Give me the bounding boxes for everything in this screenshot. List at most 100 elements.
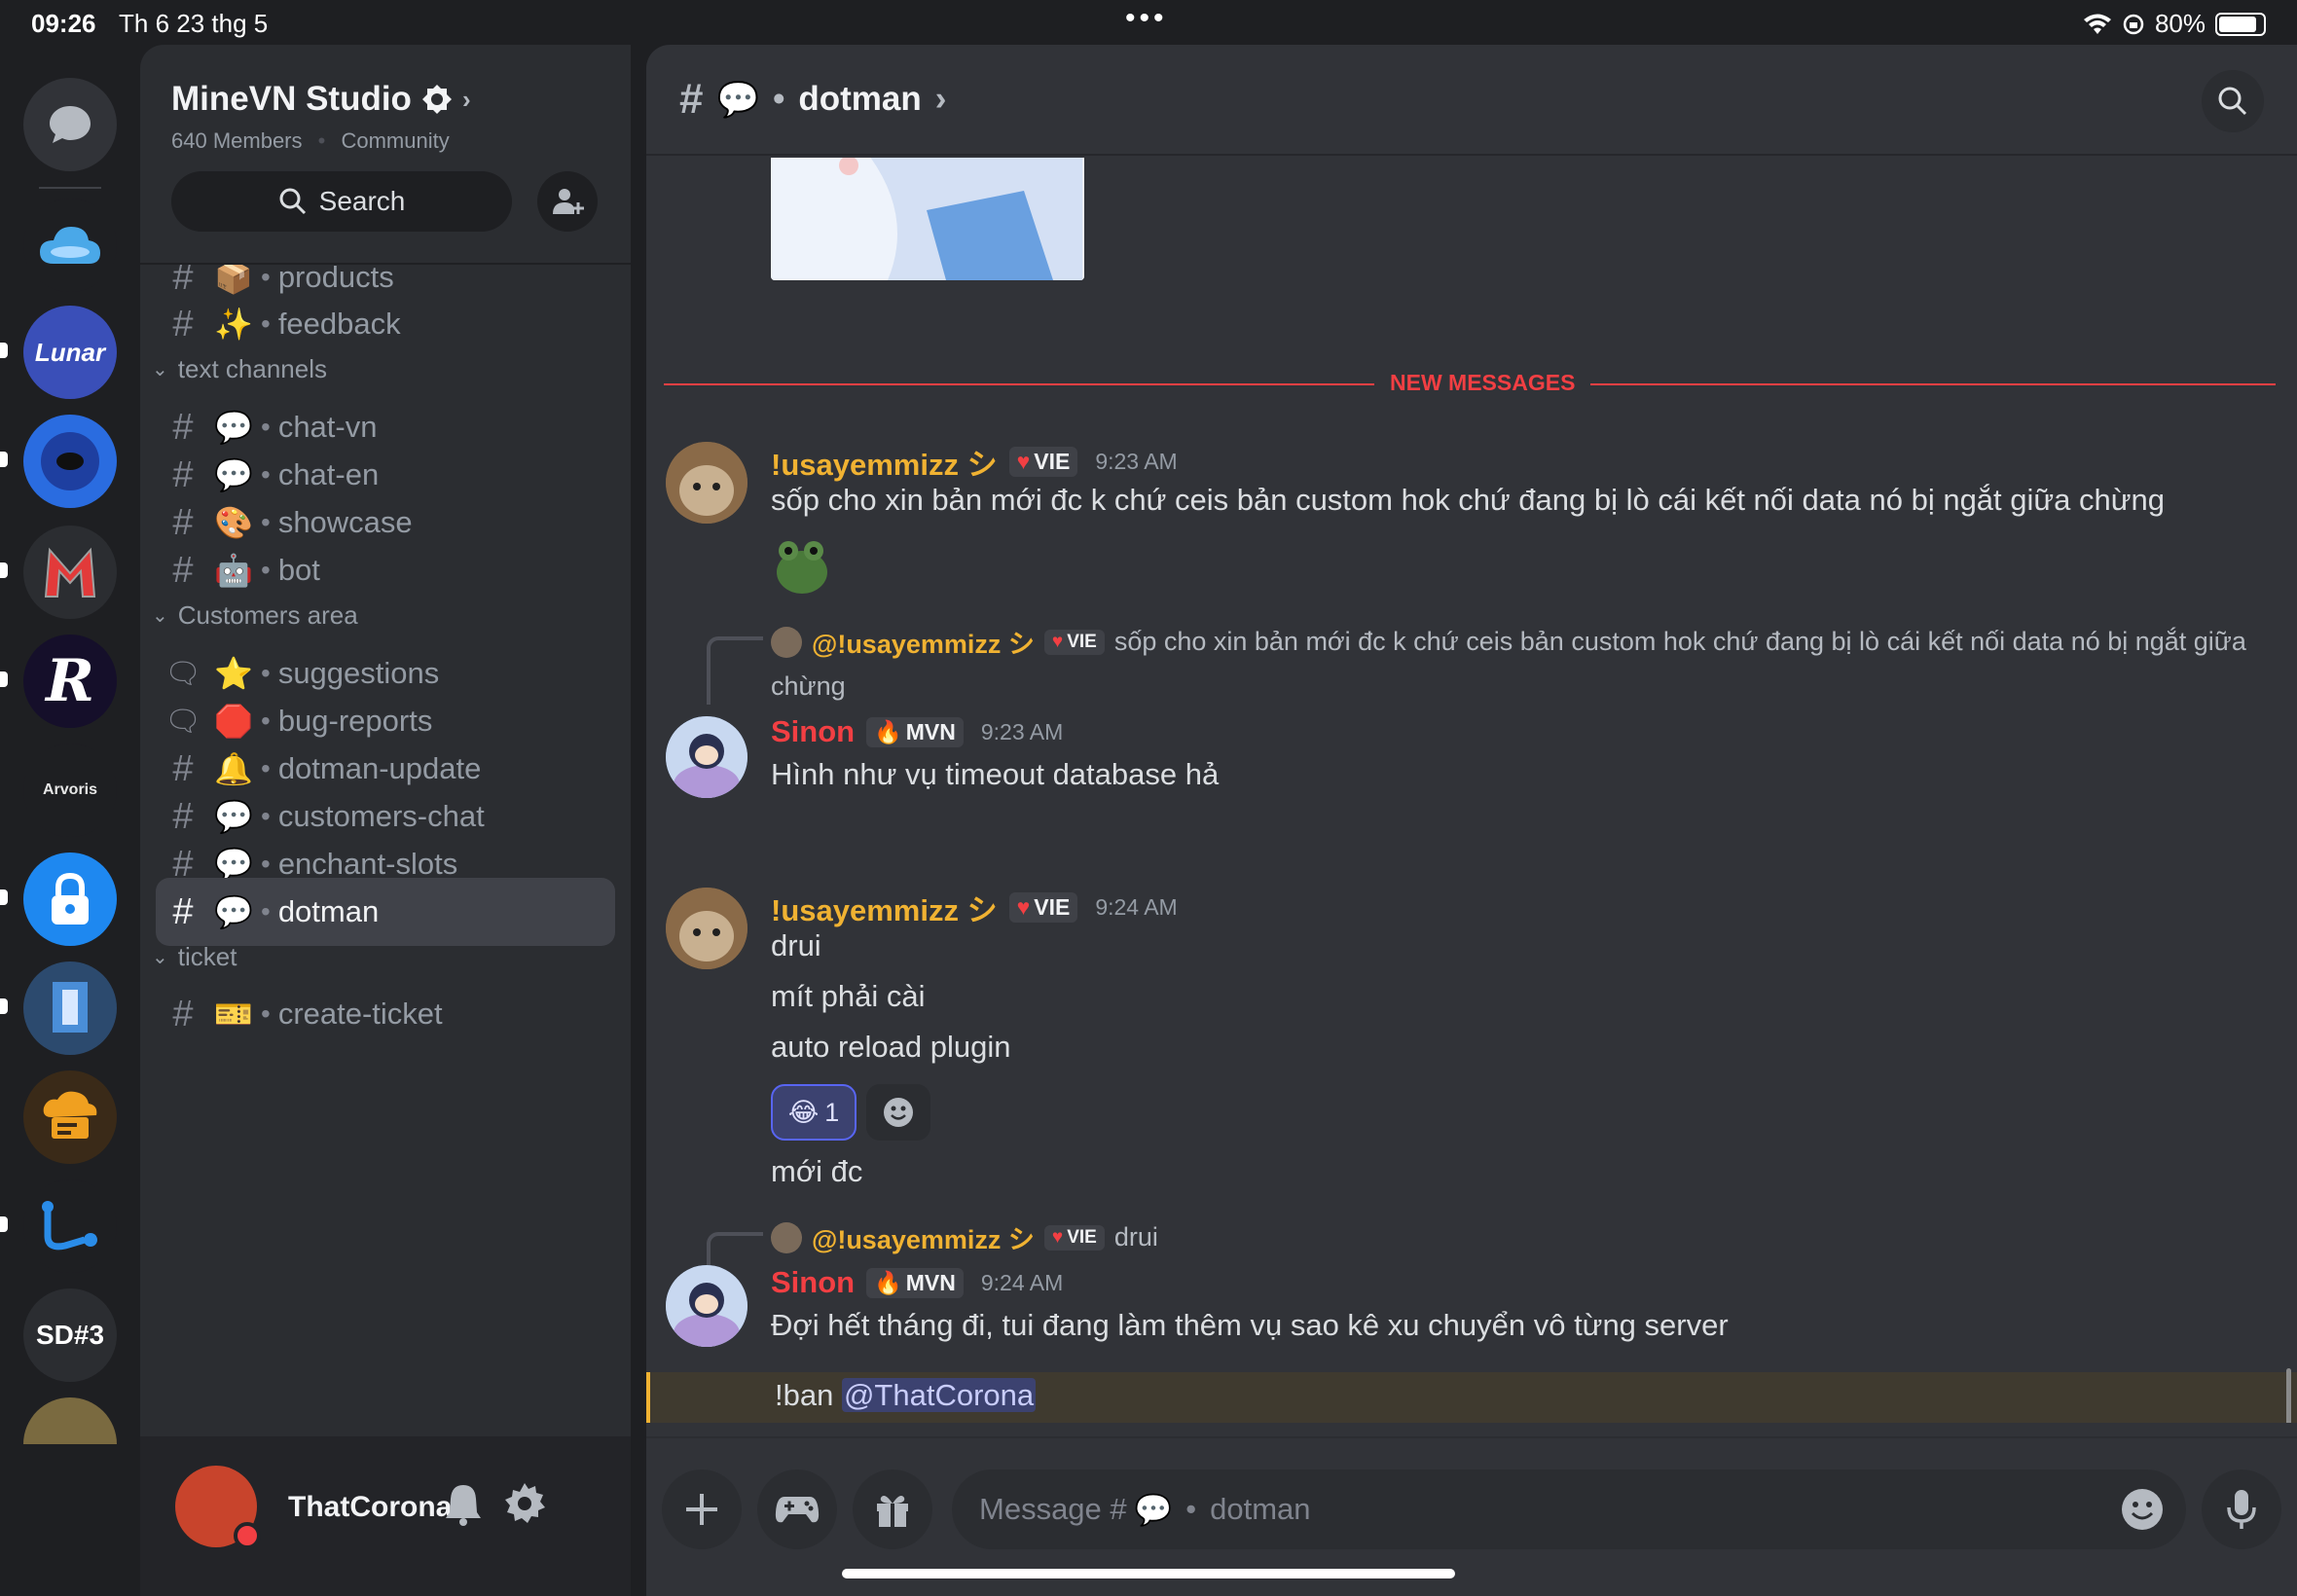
chat-header[interactable]: # 💬 • dotman › xyxy=(646,45,2297,156)
scrollbar[interactable] xyxy=(2286,1368,2291,1423)
server-cloud[interactable] xyxy=(23,199,117,292)
search-label: Search xyxy=(318,186,406,216)
channel-create-ticket[interactable]: # 🎫 • create-ticket xyxy=(156,980,615,1048)
guild-tag[interactable]: ♥ VIE xyxy=(1008,447,1078,477)
channel-name: chat-en xyxy=(277,457,380,491)
message-input[interactable]: Message # 💬 • dotman xyxy=(952,1469,2186,1549)
user-mention[interactable]: @ThatCorona xyxy=(841,1378,1037,1412)
channel-dotman[interactable]: # 💬 • dotman xyxy=(156,878,615,946)
speech-bubble-icon: 💬 xyxy=(1134,1492,1173,1527)
cat-avatar xyxy=(666,888,747,969)
reply-preview[interactable]: @!usayemmizz シ ♥ VIE drui xyxy=(771,1218,1158,1256)
server-name: MineVN Studio xyxy=(171,80,412,118)
channel-name: bug-reports xyxy=(277,704,433,738)
emoji-picker-button[interactable] xyxy=(2120,1487,2165,1540)
reply-connector xyxy=(707,636,763,705)
search-icon xyxy=(2218,87,2247,116)
unread-pill xyxy=(0,998,8,1014)
avatar[interactable] xyxy=(666,442,747,524)
message-header: Sinon 🔥 MVN 9:24 AM xyxy=(771,1265,1063,1300)
server-cloud-box[interactable] xyxy=(23,1070,117,1164)
unread-pill xyxy=(0,343,8,358)
status-date: Th 6 23 thg 5 xyxy=(119,9,269,38)
server-m[interactable] xyxy=(23,526,117,619)
anime-image xyxy=(771,158,1084,280)
server-sd3[interactable]: SD#3 xyxy=(23,1288,117,1382)
add-user-icon xyxy=(553,189,584,214)
author-name[interactable]: Sinon xyxy=(771,1265,855,1300)
category-text-channels[interactable]: ⌄ text channels xyxy=(152,354,327,384)
reaction-count: 1 xyxy=(824,1097,840,1127)
tower-icon xyxy=(53,982,88,1033)
voice-message-button[interactable] xyxy=(2202,1469,2281,1549)
channel-sidebar: MineVN Studio › 640 Members • Community … xyxy=(140,45,631,1596)
channel-feedback[interactable]: # ✨ • feedback xyxy=(156,290,615,358)
server-arvoris[interactable]: Arvoris xyxy=(23,744,117,837)
avatar[interactable] xyxy=(666,888,747,969)
channel-name: customers-chat xyxy=(277,799,485,833)
activities-button[interactable] xyxy=(757,1469,837,1549)
avatar[interactable] xyxy=(666,716,747,798)
server-donut[interactable] xyxy=(23,415,117,508)
avatar[interactable] xyxy=(666,1265,747,1347)
server-git[interactable] xyxy=(23,1179,117,1273)
server-header[interactable]: MineVN Studio › xyxy=(171,80,471,119)
sparkles-icon: ✨ xyxy=(214,307,253,342)
add-attachment-button[interactable] xyxy=(662,1469,742,1549)
server-lock[interactable] xyxy=(23,852,117,946)
notifications-button[interactable] xyxy=(444,1483,483,1531)
author-name[interactable]: !usayemmizz シ xyxy=(771,440,998,484)
channel-name: feedback xyxy=(277,307,401,341)
microphone-icon xyxy=(2227,1490,2256,1529)
multitask-dots-icon[interactable]: ••• xyxy=(1125,2,1168,35)
channel-search-button[interactable] xyxy=(2202,70,2264,132)
flame-icon: 🔥 xyxy=(874,718,902,744)
smiley-icon xyxy=(884,1098,913,1127)
guild-tag[interactable]: 🔥 MVN xyxy=(866,1267,964,1298)
message-list: NEW MESSAGES !usayemmizz シ ♥ VIE 9:23 AM … xyxy=(646,158,2297,1423)
reply-author: @!usayemmizz シ xyxy=(812,1225,1035,1254)
reply-preview[interactable]: @!usayemmizz シ ♥ VIE sốp cho xin bản mới … xyxy=(771,623,2246,661)
unread-pill xyxy=(0,671,8,687)
category-customers-area[interactable]: ⌄ Customers area xyxy=(152,600,358,631)
settings-button[interactable] xyxy=(502,1481,547,1531)
server-tower[interactable] xyxy=(23,961,117,1055)
server-lunar[interactable]: Lunar xyxy=(23,306,117,399)
search-button[interactable]: Search xyxy=(171,171,512,232)
direct-messages-button[interactable] xyxy=(23,78,117,171)
author-name[interactable]: !usayemmizz シ xyxy=(771,886,998,929)
server-r[interactable]: R xyxy=(23,635,117,728)
gift-button[interactable] xyxy=(853,1469,932,1549)
add-reaction-button[interactable] xyxy=(866,1084,930,1141)
channel-bot[interactable]: # 🤖 • bot xyxy=(156,536,615,604)
chat-area: # 💬 • dotman › NEW MESSAGES !usayemmizz … xyxy=(646,45,2297,1596)
channel-name: suggestions xyxy=(277,656,440,690)
guild-tag: ♥ VIE xyxy=(1043,1224,1105,1251)
server-partial[interactable] xyxy=(23,1397,117,1444)
author-name[interactable]: Sinon xyxy=(771,714,855,749)
hash-icon: # xyxy=(172,549,194,591)
guild-tag[interactable]: 🔥 MVN xyxy=(866,716,964,747)
message-header: !usayemmizz シ ♥ VIE 9:24 AM xyxy=(771,886,1178,929)
image-attachment[interactable] xyxy=(771,158,1084,280)
message-text: drui xyxy=(771,928,821,962)
reply-text: sốp cho xin bản mới đc k chứ ceis bản cu… xyxy=(1113,627,2246,656)
locked-hash-icon: # xyxy=(172,890,194,932)
home-indicator[interactable] xyxy=(842,1569,1455,1578)
message-text: !ban @ThatCorona xyxy=(775,1378,1037,1412)
category-ticket[interactable]: ⌄ ticket xyxy=(152,942,237,972)
battery-percent: 80% xyxy=(2154,9,2206,38)
chevron-down-icon: ⌄ xyxy=(152,359,168,381)
message-header: Sinon 🔥 MVN 9:23 AM xyxy=(771,714,1063,749)
bell-icon xyxy=(446,1485,481,1526)
username[interactable]: ThatCorona xyxy=(288,1491,452,1524)
placeholder-prefix: Message # xyxy=(979,1492,1127,1526)
reply-author: @!usayemmizz シ xyxy=(812,630,1035,659)
guild-tag[interactable]: ♥ VIE xyxy=(1008,892,1078,923)
joy-emoji: 😂 xyxy=(787,1097,820,1127)
m-logo-icon xyxy=(44,547,96,598)
user-avatar[interactable] xyxy=(175,1466,261,1549)
invite-button[interactable] xyxy=(537,171,598,232)
reaction-button[interactable]: 😂 1 xyxy=(771,1084,857,1141)
frog-sticker[interactable] xyxy=(771,535,833,596)
